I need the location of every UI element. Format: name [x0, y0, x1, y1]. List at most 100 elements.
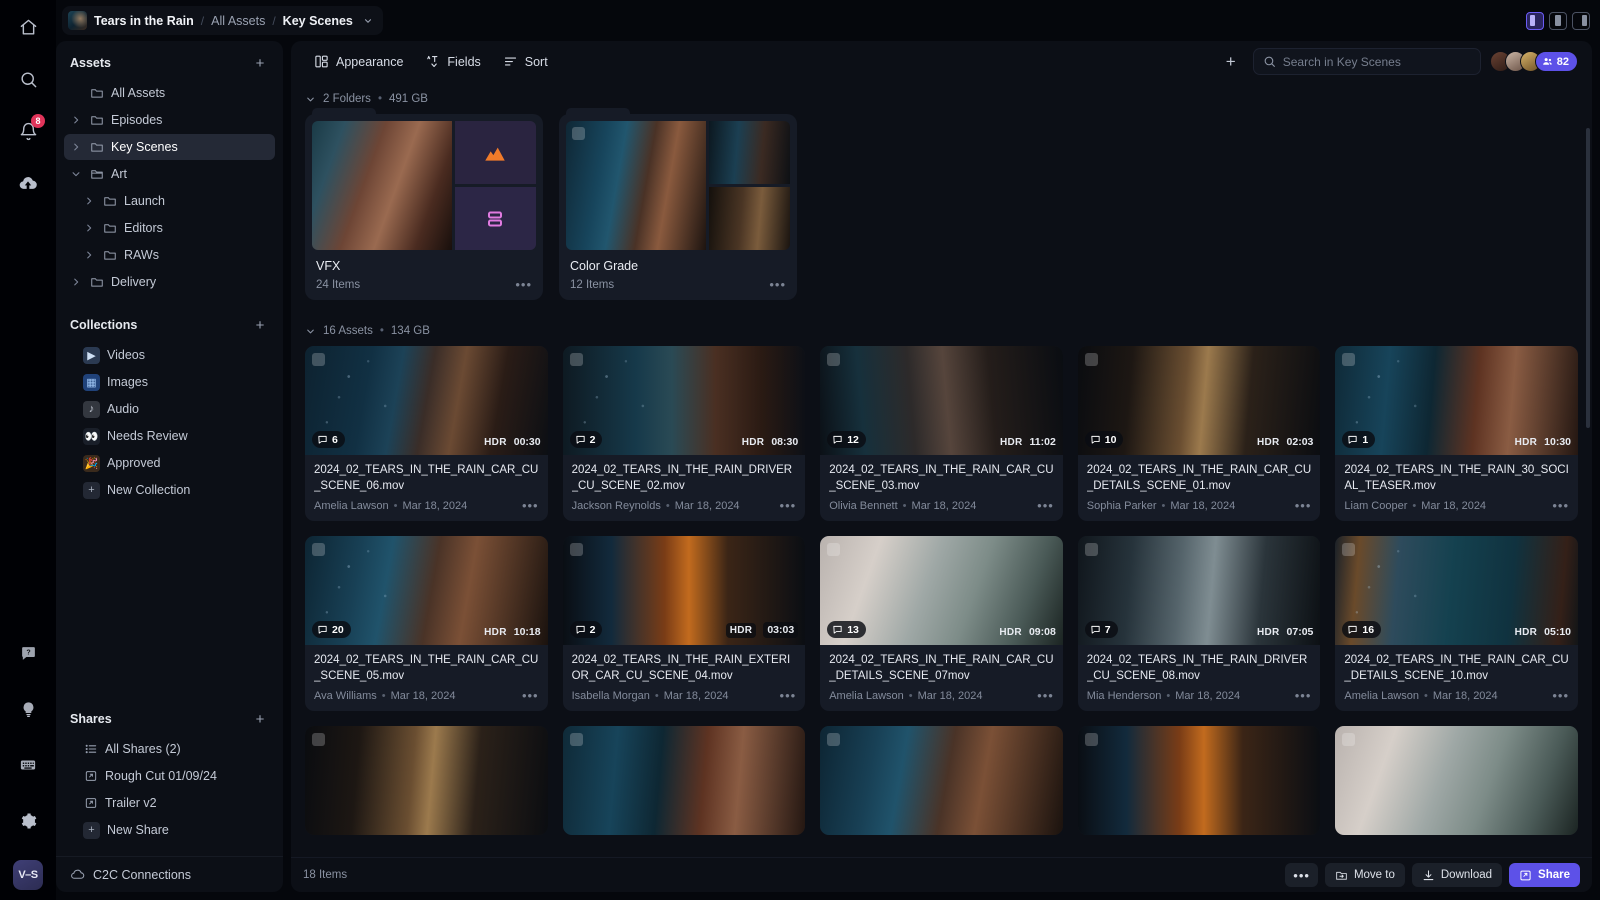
asset-more-button[interactable]: ••• [1037, 499, 1054, 512]
sidebar-tree-item-editors[interactable]: Editors [64, 215, 275, 241]
tree-caret-icon[interactable] [70, 277, 82, 287]
share-item-new-share[interactable]: +New Share [64, 817, 275, 843]
asset-thumbnail[interactable] [820, 726, 1063, 835]
user-avatar[interactable]: V–S [13, 860, 43, 890]
asset-card[interactable]: 2HDR03:032024_02_TEARS_IN_THE_RAIN_EXTER… [563, 536, 806, 711]
asset-thumbnail[interactable]: 2HDR08:30 [563, 346, 806, 455]
asset-more-button[interactable]: ••• [1552, 689, 1569, 702]
chevron-down-icon[interactable] [363, 16, 373, 26]
asset-thumbnail[interactable]: 7HDR07:05 [1078, 536, 1321, 645]
select-checkbox[interactable] [312, 733, 325, 746]
collection-item-new-collection[interactable]: +New Collection [64, 477, 275, 503]
asset-card[interactable]: 13HDR09:082024_02_TEARS_IN_THE_RAIN_CAR_… [820, 536, 1063, 711]
select-checkbox[interactable] [570, 353, 583, 366]
share-item-trailer-v2[interactable]: Trailer v2 [64, 790, 275, 816]
select-checkbox[interactable] [570, 543, 583, 556]
appearance-button[interactable]: Appearance [305, 48, 412, 75]
asset-more-button[interactable]: ••• [780, 499, 797, 512]
asset-more-button[interactable]: ••• [1552, 499, 1569, 512]
fields-button[interactable]: Fields [416, 48, 489, 75]
asset-card[interactable] [305, 726, 548, 835]
asset-thumbnail[interactable]: 6HDR00:30 [305, 346, 548, 455]
asset-card[interactable]: 7HDR07:052024_02_TEARS_IN_THE_RAIN_DRIVE… [1078, 536, 1321, 711]
assets-group-header[interactable]: 16 Assets • 134 GB [305, 314, 1578, 344]
tree-caret-icon[interactable] [70, 115, 82, 125]
asset-more-button[interactable]: ••• [780, 689, 797, 702]
asset-more-button[interactable]: ••• [1295, 689, 1312, 702]
lightbulb-icon[interactable] [11, 692, 45, 726]
add-asset-button[interactable]: + [251, 54, 269, 72]
asset-thumbnail[interactable] [563, 726, 806, 835]
search-input[interactable] [1283, 55, 1471, 69]
asset-more-button[interactable]: ••• [1037, 689, 1054, 702]
asset-thumbnail[interactable]: 16HDR05:10 [1335, 536, 1578, 645]
select-checkbox[interactable] [1342, 733, 1355, 746]
select-checkbox[interactable] [827, 353, 840, 366]
help-icon[interactable]: ? [11, 636, 45, 670]
upload-icon[interactable] [11, 166, 45, 200]
home-icon[interactable] [11, 10, 45, 44]
sidebar-tree-item-launch[interactable]: Launch [64, 188, 275, 214]
tree-caret-icon[interactable] [83, 223, 95, 233]
folder-card[interactable]: Color Grade12 Items••• [559, 114, 797, 300]
asset-card[interactable]: 16HDR05:102024_02_TEARS_IN_THE_RAIN_CAR_… [1335, 536, 1578, 711]
toggle-right-panel-button[interactable] [1572, 12, 1590, 30]
content-scroll-area[interactable]: 2 Folders • 491 GB VFX24 Items•••Color G… [291, 82, 1592, 857]
select-checkbox[interactable] [570, 733, 583, 746]
tree-caret-icon[interactable] [70, 142, 82, 152]
select-checkbox[interactable] [1342, 543, 1355, 556]
collaborator-avatars[interactable]: 82 [1490, 51, 1578, 72]
c2c-connections-item[interactable]: C2C Connections [56, 856, 283, 892]
asset-card[interactable]: 2HDR08:302024_02_TEARS_IN_THE_RAIN_DRIVE… [563, 346, 806, 521]
asset-more-button[interactable]: ••• [522, 689, 539, 702]
tree-caret-icon[interactable] [83, 250, 95, 260]
asset-card[interactable] [563, 726, 806, 835]
sidebar-tree-item-art[interactable]: Art [64, 161, 275, 187]
toggle-center-panel-button[interactable] [1549, 12, 1567, 30]
asset-thumbnail[interactable]: 12HDR11:02 [820, 346, 1063, 455]
collection-item-videos[interactable]: ▶Videos [64, 342, 275, 368]
add-collection-button[interactable]: + [251, 316, 269, 334]
share-item-all-shares-2[interactable]: All Shares (2) [64, 736, 275, 762]
asset-thumbnail[interactable]: 10HDR02:03 [1078, 346, 1321, 455]
sort-button[interactable]: Sort [494, 48, 557, 75]
asset-card[interactable]: 20HDR10:182024_02_TEARS_IN_THE_RAIN_CAR_… [305, 536, 548, 711]
download-button[interactable]: Download [1412, 863, 1502, 887]
keyboard-icon[interactable] [11, 748, 45, 782]
search-icon[interactable] [11, 62, 45, 96]
breadcrumb-current[interactable]: Key Scenes [283, 14, 353, 28]
toggle-left-panel-button[interactable] [1526, 12, 1544, 30]
asset-thumbnail[interactable]: 20HDR10:18 [305, 536, 548, 645]
select-checkbox[interactable] [572, 127, 585, 140]
asset-thumbnail[interactable]: 2HDR03:03 [563, 536, 806, 645]
search-box[interactable] [1253, 48, 1481, 75]
asset-card[interactable]: 1HDR10:302024_02_TEARS_IN_THE_RAIN_30_SO… [1335, 346, 1578, 521]
sidebar-tree-item-raws[interactable]: RAWs [64, 242, 275, 268]
sidebar-tree-item-all-assets[interactable]: All Assets [64, 80, 275, 106]
select-checkbox[interactable] [827, 733, 840, 746]
sidebar-tree-item-delivery[interactable]: Delivery [64, 269, 275, 295]
sidebar-tree-item-episodes[interactable]: Episodes [64, 107, 275, 133]
collection-item-needs-review[interactable]: 👀Needs Review [64, 423, 275, 449]
asset-more-button[interactable]: ••• [522, 499, 539, 512]
share-item-rough-cut-01-09-24[interactable]: Rough Cut 01/09/24 [64, 763, 275, 789]
select-checkbox[interactable] [1085, 353, 1098, 366]
breadcrumb-all-assets[interactable]: All Assets [211, 14, 265, 28]
chevron-down-icon[interactable] [305, 326, 316, 337]
select-checkbox[interactable] [1085, 543, 1098, 556]
more-actions-button[interactable]: ••• [1285, 863, 1318, 887]
share-button[interactable]: Share [1509, 863, 1580, 887]
folder-card[interactable]: VFX24 Items••• [305, 114, 543, 300]
collection-item-approved[interactable]: 🎉Approved [64, 450, 275, 476]
select-checkbox[interactable] [827, 543, 840, 556]
asset-thumbnail[interactable] [1335, 726, 1578, 835]
sidebar-tree-item-key-scenes[interactable]: Key Scenes [64, 134, 275, 160]
notifications-icon[interactable]: 8 [11, 114, 45, 148]
collection-item-images[interactable]: ▦Images [64, 369, 275, 395]
asset-card[interactable]: 12HDR11:022024_02_TEARS_IN_THE_RAIN_CAR_… [820, 346, 1063, 521]
asset-more-button[interactable]: ••• [1295, 499, 1312, 512]
tree-caret-icon[interactable] [70, 169, 82, 179]
folder-more-button[interactable]: ••• [515, 278, 532, 291]
collection-item-audio[interactable]: ♪Audio [64, 396, 275, 422]
chevron-down-icon[interactable] [305, 94, 316, 105]
